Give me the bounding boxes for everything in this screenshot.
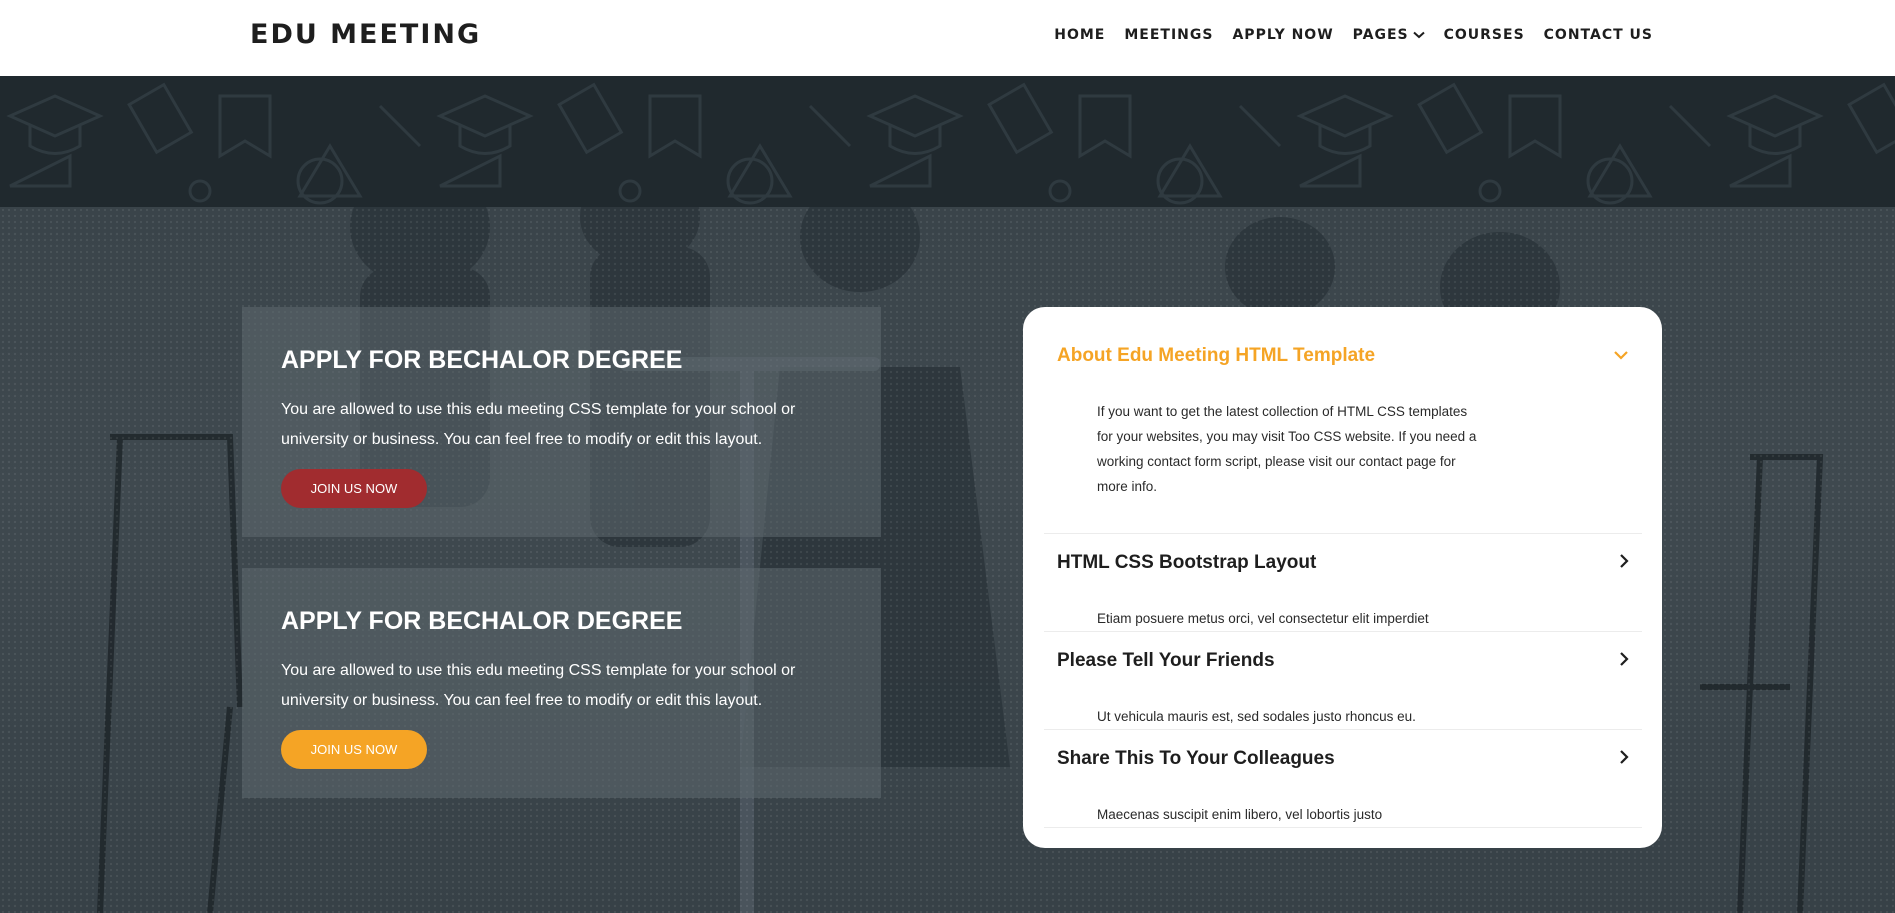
join-us-button[interactable]: JOIN US NOW <box>281 730 427 769</box>
accordion-header-bootstrap[interactable]: HTML CSS Bootstrap Layout <box>1057 552 1629 574</box>
accordion-title: Share This To Your Colleagues <box>1057 748 1335 769</box>
faq-accordion: About Edu Meeting HTML Template If you w… <box>1023 307 1662 848</box>
chevron-down-icon <box>1412 31 1425 39</box>
accordion-body: Etiam posuere metus orci, vel consectetu… <box>1097 611 1429 626</box>
accordion-title: Please Tell Your Friends <box>1057 650 1275 671</box>
main-nav: HOME MEETINGS APPLY NOW PAGES COURSES CO… <box>1054 27 1653 43</box>
nav-courses-label: COURSES <box>1443 27 1525 43</box>
chevron-right-icon <box>1619 651 1629 672</box>
apply-card-1: APPLY FOR BECHALOR DEGREE You are allowe… <box>242 307 881 537</box>
accordion-divider <box>1044 533 1642 534</box>
site-header: EDU MEETING HOME MEETINGS APPLY NOW PAGE… <box>0 0 1895 76</box>
nav-meetings-label: MEETINGS <box>1124 27 1214 43</box>
accordion-title: About Edu Meeting HTML Template <box>1057 345 1376 366</box>
chevron-down-icon <box>1613 347 1629 365</box>
nav-contact-us-label: CONTACT US <box>1543 27 1653 43</box>
nav-apply-now-label: APPLY NOW <box>1232 27 1334 43</box>
chevron-right-icon <box>1619 553 1629 574</box>
card-text: You are allowed to use this edu meeting … <box>281 662 796 709</box>
nav-contact-us[interactable]: CONTACT US <box>1544 27 1653 43</box>
accordion-body: If you want to get the latest collection… <box>1097 404 1477 494</box>
accordion-body: Maecenas suscipit enim libero, vel lobor… <box>1097 807 1383 822</box>
accordion-header-share-colleagues[interactable]: Share This To Your Colleagues <box>1057 748 1629 770</box>
pattern-band <box>0 76 1895 207</box>
nav-home-label: HOME <box>1054 27 1106 43</box>
nav-pages[interactable]: PAGES <box>1353 27 1425 43</box>
accordion-divider <box>1044 729 1642 730</box>
accordion-body: Ut vehicula mauris est, sed sodales just… <box>1097 709 1416 724</box>
card-text: You are allowed to use this edu meeting … <box>281 401 796 448</box>
card-title: APPLY FOR BECHALOR DEGREE <box>281 607 683 635</box>
education-pattern <box>6 82 1895 205</box>
chevron-right-icon <box>1619 749 1629 770</box>
nav-pages-label: PAGES <box>1352 27 1409 43</box>
nav-apply-now[interactable]: APPLY NOW <box>1232 27 1333 43</box>
accordion-title: HTML CSS Bootstrap Layout <box>1057 552 1317 573</box>
nav-meetings[interactable]: MEETINGS <box>1124 27 1213 43</box>
site-logo[interactable]: EDU MEETING <box>250 19 481 50</box>
card-title: APPLY FOR BECHALOR DEGREE <box>281 346 683 374</box>
accordion-header-about[interactable]: About Edu Meeting HTML Template <box>1057 345 1629 367</box>
accordion-divider <box>1044 631 1642 632</box>
join-us-button[interactable]: JOIN US NOW <box>281 469 427 508</box>
nav-courses[interactable]: COURSES <box>1444 27 1525 43</box>
accordion-header-tell-friends[interactable]: Please Tell Your Friends <box>1057 650 1629 672</box>
accordion-divider <box>1044 827 1642 828</box>
apply-card-2: APPLY FOR BECHALOR DEGREE You are allowe… <box>242 568 881 798</box>
nav-home[interactable]: HOME <box>1054 27 1105 43</box>
